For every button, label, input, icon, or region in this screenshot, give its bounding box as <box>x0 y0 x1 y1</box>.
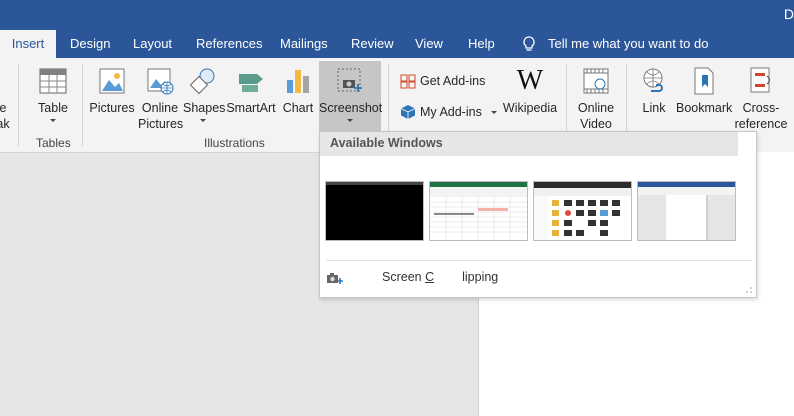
clipped-label-line2: ak <box>0 117 10 131</box>
tell-me-search[interactable]: Tell me what you want to do <box>522 30 708 58</box>
pictures-label: Pictures <box>89 101 135 115</box>
pictures-icon <box>99 68 125 94</box>
dropdown-separator <box>326 260 752 261</box>
smartart-button[interactable]: SmartArt <box>226 66 276 116</box>
bookmark-button[interactable]: Bookmark <box>676 66 732 116</box>
window-thumbnail-black[interactable] <box>325 181 424 241</box>
screen-clipping-menu-item[interactable]: Screen Clipping <box>326 266 498 288</box>
link-icon <box>643 68 663 92</box>
window-thumbnail-explorer[interactable] <box>533 181 632 241</box>
table-icon <box>39 68 67 94</box>
tab-insert[interactable]: Insert <box>0 30 56 58</box>
shapes-label: Shapes <box>183 101 226 115</box>
tab-mailings[interactable]: Mailings <box>280 30 328 58</box>
chevron-down-icon <box>347 119 353 122</box>
ribbon-tab-bar: Insert Design Layout References Mailings… <box>0 30 794 58</box>
chart-button[interactable]: Chart <box>280 66 316 116</box>
bookmark-icon <box>694 67 714 95</box>
window-thumbnail-spreadsheet[interactable] <box>429 181 528 241</box>
chevron-down-icon <box>50 119 56 122</box>
tab-view[interactable]: View <box>415 30 443 58</box>
online-video-label-line2: Video <box>580 117 612 131</box>
get-addins-button[interactable]: Get Add-ins <box>400 71 485 91</box>
cross-reference-label-line2: reference <box>734 117 788 131</box>
tab-layout[interactable]: Layout <box>133 30 172 58</box>
link-button[interactable]: Link <box>636 66 672 116</box>
online-pictures-icon <box>147 68 174 95</box>
cross-reference-icon <box>750 67 770 93</box>
available-windows-heading: Available Windows <box>330 136 443 150</box>
smartart-icon <box>239 74 263 92</box>
bookmark-label: Bookmark <box>676 101 733 115</box>
smartart-label: SmartArt <box>226 101 276 115</box>
lightbulb-icon <box>523 36 535 51</box>
screen-clipping-label: Screen Clipping <box>382 270 499 284</box>
chart-label: Chart <box>282 101 314 115</box>
window-title: D <box>783 6 794 22</box>
cross-reference-label-line1: Cross- <box>742 101 780 115</box>
spreadsheet-preview <box>430 182 527 240</box>
chevron-down-icon <box>491 111 498 115</box>
link-label: Link <box>642 101 666 115</box>
online-pictures-label-line1: Online <box>141 101 179 115</box>
explorer-preview <box>534 182 631 240</box>
tell-me-label: Tell me what you want to do <box>548 36 709 51</box>
thumb-titlebar <box>326 182 423 185</box>
store-icon <box>400 74 416 89</box>
screenshot-button[interactable]: Screenshot <box>319 61 383 131</box>
my-addins-label: My Add-ins <box>420 105 482 119</box>
table-label: Table <box>38 101 68 115</box>
wikipedia-label: Wikipedia <box>502 101 558 115</box>
pictures-button[interactable]: Pictures <box>88 66 136 116</box>
table-button[interactable]: Table <box>30 66 76 122</box>
tab-references[interactable]: References <box>196 30 262 58</box>
tab-review[interactable]: Review <box>351 30 394 58</box>
group-label-illustrations: Illustrations <box>204 136 265 150</box>
camera-add-icon <box>327 273 343 284</box>
chart-icon <box>287 70 309 93</box>
chevron-down-icon <box>200 119 206 122</box>
resize-grip-icon[interactable] <box>745 286 753 294</box>
online-pictures-button[interactable]: Online Pictures <box>138 66 184 132</box>
dropdown-header: Available Windows <box>320 132 738 156</box>
group-label-tables: Tables <box>36 136 71 150</box>
online-video-label-line1: Online <box>577 101 615 115</box>
screenshot-label: Screenshot <box>319 101 383 115</box>
screenshot-icon <box>337 68 362 92</box>
my-addins-button[interactable]: My Add-ins <box>400 102 498 122</box>
online-video-button[interactable]: Online Video <box>574 66 618 132</box>
cube-icon <box>400 105 416 119</box>
clipped-label-line1: e <box>0 101 7 115</box>
group-separator <box>82 64 83 146</box>
screenshot-dropdown: Available Windows Screen C lipping <box>319 131 757 298</box>
wikipedia-button[interactable]: W Wikipedia <box>500 66 560 116</box>
online-pictures-label-line2: Pictures <box>138 117 184 131</box>
tab-design[interactable]: Design <box>70 30 110 58</box>
cross-reference-button[interactable]: Cross- reference <box>734 66 788 132</box>
group-separator <box>18 64 19 146</box>
wikipedia-icon: W <box>516 65 544 96</box>
window-thumbnail-document[interactable] <box>637 181 736 241</box>
tab-help[interactable]: Help <box>468 30 495 58</box>
shapes-icon <box>189 68 215 95</box>
clipped-page-break-button[interactable]: e ak <box>0 100 10 132</box>
video-icon <box>583 68 609 94</box>
title-bar: D <box>0 0 794 30</box>
get-addins-label: Get Add-ins <box>420 74 486 88</box>
document-preview <box>638 182 735 240</box>
shapes-button[interactable]: Shapes <box>183 66 226 122</box>
